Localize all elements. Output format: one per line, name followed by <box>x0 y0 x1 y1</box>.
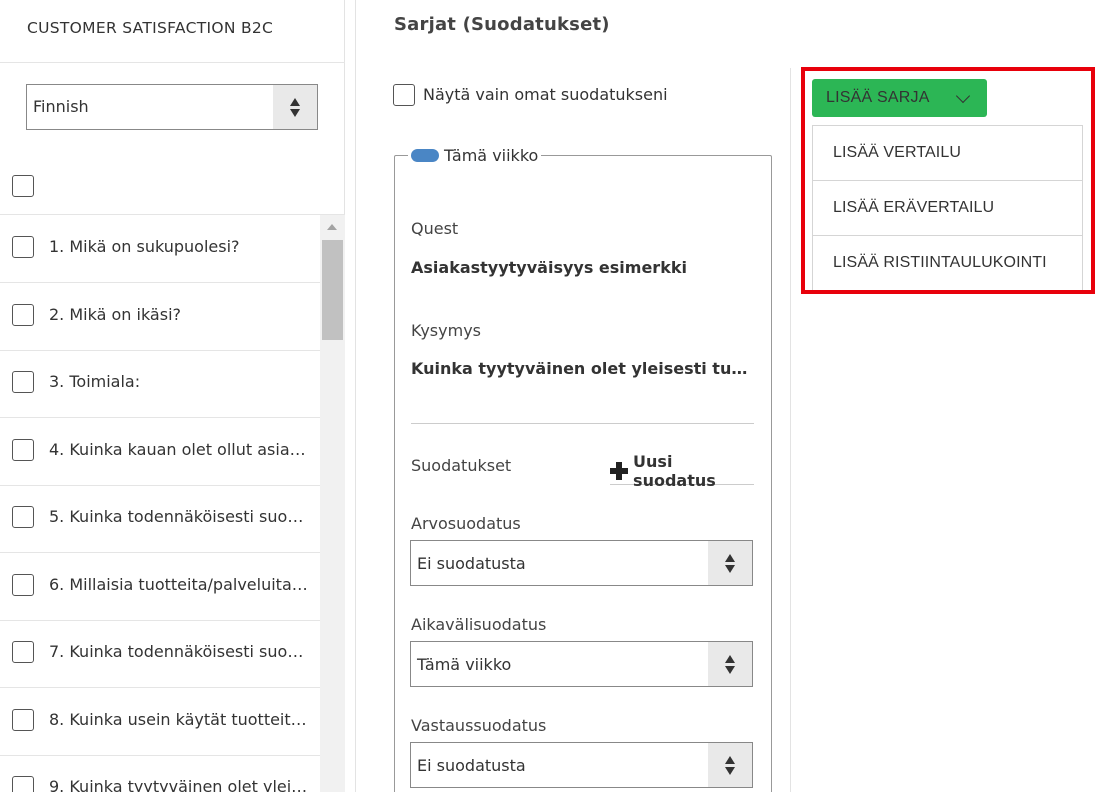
question-list: 1. Mikä on sukupuolesi? 2. Mikä on ikäsi… <box>0 215 320 792</box>
question-label: 3. Toimiala: <box>49 372 141 391</box>
question-checkbox[interactable] <box>12 371 34 393</box>
series-name: Tämä viikko <box>444 145 539 165</box>
question-label: 5. Kuinka todennäköisesti suosittelisit? <box>49 507 311 526</box>
series-legend: Tämä viikko <box>408 145 542 165</box>
list-scrollbar[interactable] <box>320 215 345 792</box>
series-toggle[interactable] <box>411 148 439 162</box>
question-checkbox[interactable] <box>12 776 34 792</box>
select-stepper-icon[interactable] <box>708 541 752 585</box>
list-item[interactable]: 6. Millaisia tuotteita/palveluita käytät… <box>0 553 320 621</box>
arrow-down-icon <box>725 564 735 573</box>
period-filter-select[interactable]: Tämä viikko <box>410 641 753 687</box>
own-filters-label: Näytä vain omat suodatukseni <box>423 85 668 104</box>
list-item[interactable]: 1. Mikä on sukupuolesi? <box>0 215 320 283</box>
period-filter-value: Tämä viikko <box>417 655 512 674</box>
select-stepper-icon[interactable] <box>708 642 752 686</box>
list-item[interactable]: 7. Kuinka todennäköisesti suosittelisit … <box>0 620 320 688</box>
list-item[interactable]: 5. Kuinka todennäköisesti suosittelisit? <box>0 485 320 553</box>
question-checkbox[interactable] <box>12 709 34 731</box>
app-title: CUSTOMER SATISFACTION B2C <box>27 19 274 37</box>
divider <box>0 62 345 63</box>
page-title: Sarjat (Suodatukset) <box>394 14 610 35</box>
question-label: 1. Mikä on sukupuolesi? <box>49 237 240 256</box>
answer-filter-value: Ei suodatusta <box>417 756 526 775</box>
list-item[interactable]: 9. Kuinka tyytyväinen olet yleisesti tuo… <box>0 755 320 792</box>
highlight-box <box>801 67 1095 294</box>
own-filters-checkbox[interactable] <box>393 84 415 106</box>
select-all-checkbox[interactable] <box>12 175 34 197</box>
language-select[interactable]: Finnish <box>26 84 318 130</box>
list-item[interactable]: 3. Toimiala: <box>0 350 320 418</box>
answer-filter-select[interactable]: Ei suodatusta <box>410 742 753 788</box>
new-filter-button[interactable]: Uusi suodatus <box>610 452 754 490</box>
question-label: 8. Kuinka usein käytät tuotteitamme? <box>49 710 311 729</box>
select-stepper-icon[interactable] <box>273 85 317 129</box>
list-item[interactable]: 4. Kuinka kauan olet ollut asiakkaana? <box>0 418 320 486</box>
arrow-up-icon <box>725 654 735 663</box>
quest-value: Asiakastyytyväisyys esimerkki <box>411 258 687 277</box>
question-checkbox[interactable] <box>12 304 34 326</box>
quest-label: Quest <box>411 219 459 238</box>
question-label: 2. Mikä on ikäsi? <box>49 305 181 324</box>
divider <box>790 68 791 792</box>
question-checkbox[interactable] <box>12 236 34 258</box>
rating-filter-label: Arvosuodatus <box>411 514 521 533</box>
question-checkbox[interactable] <box>12 574 34 596</box>
arrow-down-icon <box>725 665 735 674</box>
select-stepper-icon[interactable] <box>708 743 752 787</box>
new-filter-label: Uusi suodatus <box>633 452 716 490</box>
list-item[interactable]: 2. Mikä on ikäsi? <box>0 283 320 351</box>
question-value: Kuinka tyytyväinen olet yleisesti tuotte… <box>411 359 755 378</box>
divider <box>355 0 356 792</box>
answer-filter-label: Vastaussuodatus <box>411 716 547 735</box>
filters-label: Suodatukset <box>411 456 512 475</box>
arrow-up-icon <box>290 97 300 106</box>
question-label: 4. Kuinka kauan olet ollut asiakkaana? <box>49 440 311 459</box>
scroll-thumb[interactable] <box>322 240 343 340</box>
question-label: Kysymys <box>411 321 481 340</box>
divider <box>411 423 754 424</box>
list-item[interactable]: 8. Kuinka usein käytät tuotteitamme? <box>0 688 320 756</box>
plus-icon <box>610 462 629 480</box>
period-filter-label: Aikavälisuodatus <box>411 615 547 634</box>
arrow-down-icon <box>725 766 735 775</box>
question-label: 7. Kuinka todennäköisesti suosittelisit … <box>49 642 311 661</box>
arrow-up-icon <box>725 553 735 562</box>
arrow-up-icon <box>725 755 735 764</box>
language-select-value: Finnish <box>33 97 89 116</box>
question-checkbox[interactable] <box>12 439 34 461</box>
rating-filter-select[interactable]: Ei suodatusta <box>410 540 753 586</box>
question-label: 9. Kuinka tyytyväinen olet yleisesti tuo… <box>49 777 311 792</box>
question-label: 6. Millaisia tuotteita/palveluita käytät… <box>49 575 311 594</box>
arrow-down-icon <box>290 108 300 117</box>
scroll-up-icon[interactable] <box>327 224 337 230</box>
rating-filter-value: Ei suodatusta <box>417 554 526 573</box>
sidebar: CUSTOMER SATISFACTION B2C Finnish 1. Mik… <box>0 0 345 792</box>
question-checkbox[interactable] <box>12 506 34 528</box>
question-checkbox[interactable] <box>12 641 34 663</box>
